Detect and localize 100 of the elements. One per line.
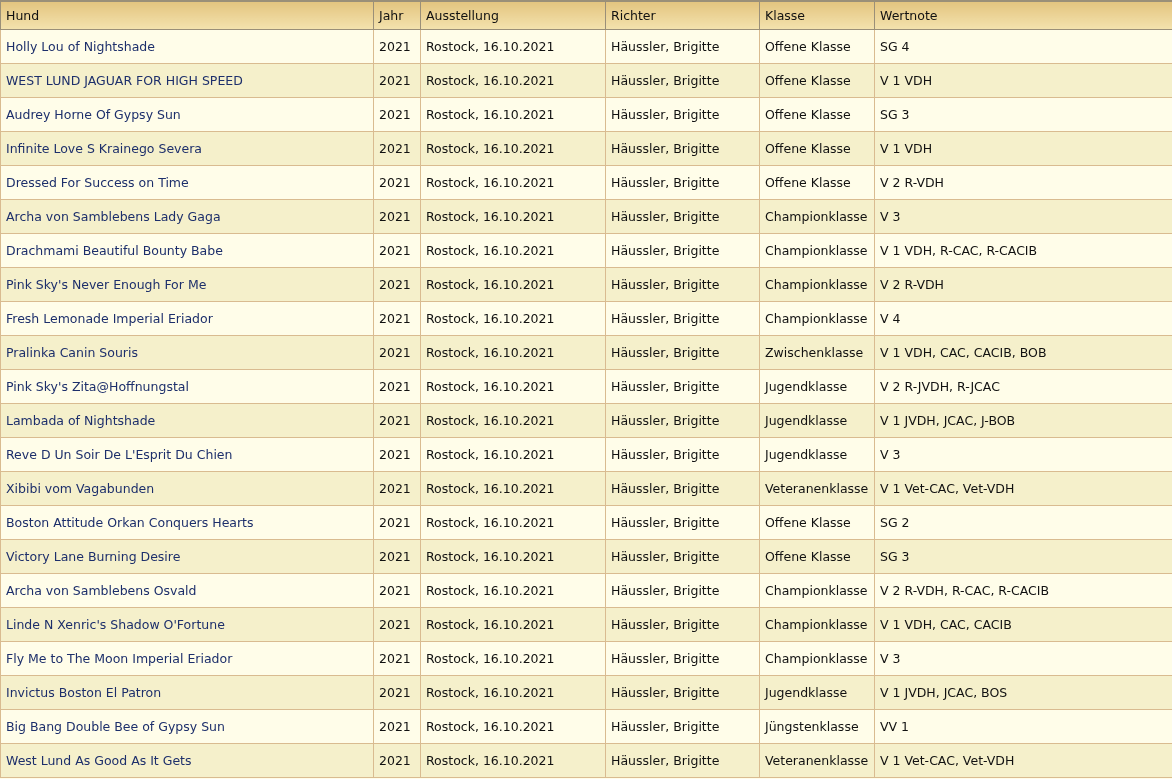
table-cell: 2021	[373, 539, 421, 574]
dog-name-link[interactable]: Xibibi vom Vagabunden	[6, 481, 155, 496]
table-cell: Häussler, Brigitte	[605, 369, 760, 404]
table-cell: Championklasse	[759, 573, 875, 608]
table-cell: 2021	[373, 641, 421, 676]
dog-name-link[interactable]: Invictus Boston El Patron	[6, 685, 162, 700]
table-cell: V 1 VDH, CAC, CACIB, BOB	[874, 335, 1172, 370]
table-cell: Championklasse	[759, 233, 875, 268]
table-cell: Rostock, 16.10.2021	[420, 267, 606, 302]
table-cell: SG 2	[874, 505, 1172, 540]
table-cell: V 1 VDH	[874, 131, 1172, 166]
table-cell: 2021	[373, 437, 421, 472]
table-cell: V 1 VDH, CAC, CACIB	[874, 607, 1172, 642]
table-cell: Häussler, Brigitte	[605, 709, 760, 744]
table-cell: Rostock, 16.10.2021	[420, 505, 606, 540]
table-cell: SG 3	[874, 97, 1172, 132]
table-cell: SG 4	[874, 29, 1172, 64]
table-cell: Rostock, 16.10.2021	[420, 573, 606, 608]
table-cell: Jüngstenklasse	[759, 709, 875, 744]
table-cell: Häussler, Brigitte	[605, 335, 760, 370]
table-cell: V 2 R-JVDH, R-JCAC	[874, 369, 1172, 404]
table-cell: Häussler, Brigitte	[605, 505, 760, 540]
table-cell: Jugendklasse	[759, 675, 875, 710]
table-cell: Häussler, Brigitte	[605, 743, 760, 778]
column-header: Richter	[605, 1, 760, 30]
table-cell: 2021	[373, 573, 421, 608]
table-cell: Häussler, Brigitte	[605, 165, 760, 200]
table-cell: Offene Klasse	[759, 505, 875, 540]
table-cell: 2021	[373, 471, 421, 506]
table-cell: Offene Klasse	[759, 539, 875, 574]
table-cell: Championklasse	[759, 641, 875, 676]
table-cell: Häussler, Brigitte	[605, 607, 760, 642]
table-cell: Veteranenklasse	[759, 743, 875, 778]
dog-name-link[interactable]: Lambada of Nightshade	[6, 413, 156, 428]
table-cell: Häussler, Brigitte	[605, 437, 760, 472]
table-cell: Rostock, 16.10.2021	[420, 369, 606, 404]
table-cell: Rostock, 16.10.2021	[420, 165, 606, 200]
table-cell: V 1 Vet-CAC, Vet-VDH	[874, 471, 1172, 506]
table-cell: 2021	[373, 233, 421, 268]
column-header: Klasse	[759, 1, 875, 30]
table-cell: V 1 JVDH, JCAC, BOS	[874, 675, 1172, 710]
table-cell: Häussler, Brigitte	[605, 63, 760, 98]
table-cell: 2021	[373, 29, 421, 64]
table-cell: Häussler, Brigitte	[605, 641, 760, 676]
table-cell: Offene Klasse	[759, 63, 875, 98]
table-cell: Offene Klasse	[759, 29, 875, 64]
table-cell: Jugendklasse	[759, 403, 875, 438]
table-cell: Häussler, Brigitte	[605, 539, 760, 574]
table-cell: Rostock, 16.10.2021	[420, 29, 606, 64]
table-cell: Häussler, Brigitte	[605, 675, 760, 710]
table-cell: Veteranenklasse	[759, 471, 875, 506]
table-cell: V 1 VDH, R-CAC, R-CACIB	[874, 233, 1172, 268]
table-cell: Rostock, 16.10.2021	[420, 199, 606, 234]
column-header: Ausstellung	[420, 1, 606, 30]
table-cell: 2021	[373, 165, 421, 200]
table-cell: Offene Klasse	[759, 165, 875, 200]
table-cell: 2021	[373, 743, 421, 778]
table-cell: Offene Klasse	[759, 131, 875, 166]
table-cell: Rostock, 16.10.2021	[420, 709, 606, 744]
table-cell: Championklasse	[759, 301, 875, 336]
table-cell: Jugendklasse	[759, 437, 875, 472]
table-cell: V 2 R-VDH, R-CAC, R-CACIB	[874, 573, 1172, 608]
table-cell: Rostock, 16.10.2021	[420, 539, 606, 574]
dog-name-link[interactable]: Pralinka Canin Souris	[6, 345, 138, 360]
table-cell: Häussler, Brigitte	[605, 29, 760, 64]
table-cell: Häussler, Brigitte	[605, 233, 760, 268]
table-cell: V 1 JVDH, JCAC, J-BOB	[874, 403, 1172, 438]
table-cell: 2021	[373, 131, 421, 166]
dog-name-link[interactable]: Holly Lou of Nightshade	[6, 39, 155, 54]
table-cell: Championklasse	[759, 267, 875, 302]
table-cell: Häussler, Brigitte	[605, 131, 760, 166]
table-cell: Rostock, 16.10.2021	[420, 131, 606, 166]
table-cell: V 4	[874, 301, 1172, 336]
table-cell: 2021	[373, 97, 421, 132]
table-cell: Rostock, 16.10.2021	[420, 403, 606, 438]
table-cell: Rostock, 16.10.2021	[420, 335, 606, 370]
table-cell: Rostock, 16.10.2021	[420, 471, 606, 506]
table-cell: 2021	[373, 335, 421, 370]
table-cell: V 3	[874, 437, 1172, 472]
table-cell: Rostock, 16.10.2021	[420, 437, 606, 472]
table-cell: Häussler, Brigitte	[605, 573, 760, 608]
table-cell: Rostock, 16.10.2021	[420, 675, 606, 710]
table-cell: Championklasse	[759, 199, 875, 234]
table-cell: Rostock, 16.10.2021	[420, 233, 606, 268]
table-cell: 2021	[373, 63, 421, 98]
table-cell: Zwischenklasse	[759, 335, 875, 370]
table-cell: Rostock, 16.10.2021	[420, 97, 606, 132]
table-cell: Rostock, 16.10.2021	[420, 641, 606, 676]
table-cell: 2021	[373, 199, 421, 234]
table-cell: Rostock, 16.10.2021	[420, 63, 606, 98]
table-cell: Häussler, Brigitte	[605, 199, 760, 234]
table-cell: 2021	[373, 505, 421, 540]
table-cell: V 1 VDH	[874, 63, 1172, 98]
table-cell: V 2 R-VDH	[874, 165, 1172, 200]
table-cell: SG 3	[874, 539, 1172, 574]
table-cell: Championklasse	[759, 607, 875, 642]
table-cell: Häussler, Brigitte	[605, 267, 760, 302]
table-cell: V 3	[874, 641, 1172, 676]
table-cell: 2021	[373, 267, 421, 302]
table-cell: Jugendklasse	[759, 369, 875, 404]
